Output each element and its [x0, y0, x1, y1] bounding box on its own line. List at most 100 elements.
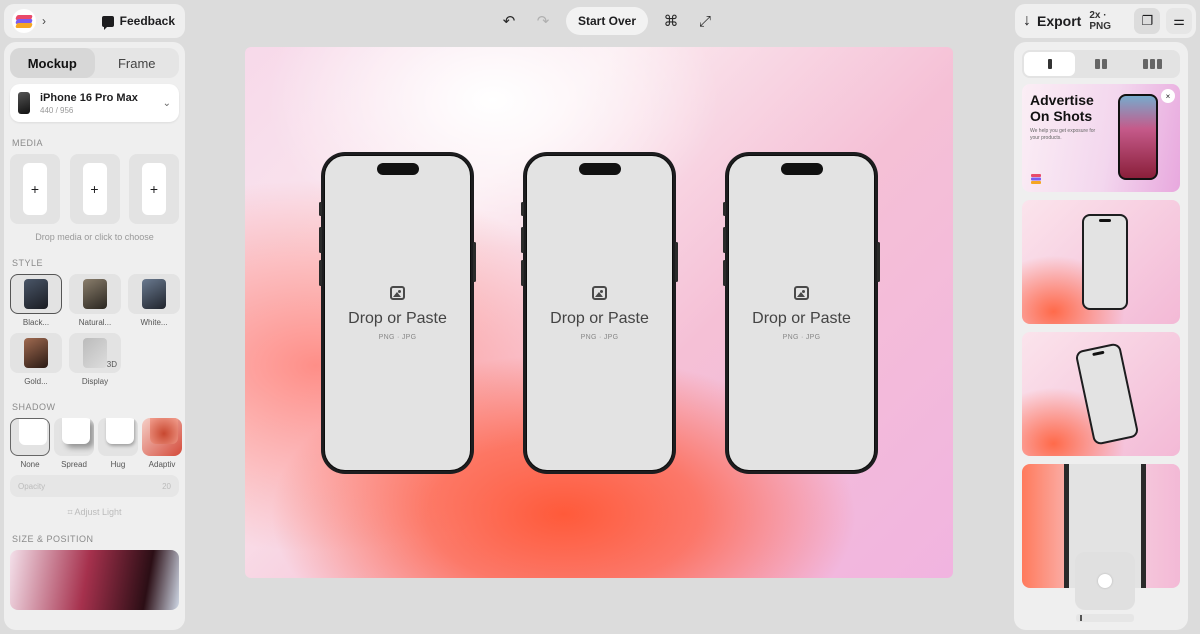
style-thumb [10, 333, 62, 373]
size-position-preview[interactable] [10, 550, 179, 610]
expand-icon[interactable]: ⤢ [694, 10, 716, 32]
drop-label: Drop or Paste [550, 309, 649, 327]
style-thumb [10, 274, 62, 314]
ad-banner[interactable]: Advertise On Shots We help you get expos… [1022, 84, 1180, 192]
sliders-icon: ⚌ [1173, 13, 1185, 28]
close-icon[interactable]: × [1161, 89, 1175, 103]
app-logo[interactable] [12, 9, 36, 33]
phone-mockup-2[interactable]: Drop or Paste PNG · JPG [521, 152, 678, 474]
dynamic-island [376, 163, 419, 175]
record-button[interactable] [1075, 552, 1135, 610]
mode-tabs: Mockup Frame [10, 48, 179, 78]
preset-phone [1074, 342, 1140, 446]
adjust-light-label: Adjust Light [74, 507, 122, 517]
shadow-thumb [98, 418, 138, 456]
feedback-button[interactable]: Feedback [101, 14, 175, 30]
start-over-button[interactable]: Start Over [566, 7, 649, 35]
export-button[interactable]: ↓ Export 2x · PNG [1023, 10, 1130, 32]
opacity-label: Opacity [18, 481, 46, 491]
style-option-natural[interactable]: Natural... [69, 274, 121, 327]
logo-mark [15, 15, 33, 28]
shadow-thumb [142, 418, 182, 456]
top-center-controls: ↶ ↷ Start Over ⌘ ⤢ [498, 7, 716, 35]
shadow-thumb [54, 418, 94, 456]
media-slot-2[interactable]: + [69, 154, 120, 224]
phone-mockup-3[interactable]: Drop or Paste PNG · JPG [723, 152, 880, 474]
plus-icon: + [23, 163, 47, 215]
style-option-black[interactable]: Black... [10, 274, 62, 327]
style-label: Display [81, 377, 109, 386]
undo-icon[interactable]: ↶ [498, 10, 520, 32]
right-panel: Advertise On Shots We help you get expos… [1014, 42, 1188, 630]
mockup-canvas: Drop or Paste PNG · JPG Drop or Paste PN… [245, 47, 953, 578]
adjust-light-button[interactable]: ⌗ Adjust Light [10, 507, 179, 518]
dynamic-island [578, 163, 621, 175]
shadow-thumb [10, 418, 50, 456]
dynamic-island [780, 163, 823, 175]
style-thumb [69, 274, 121, 314]
plus-icon: + [142, 163, 166, 215]
chevron-down-icon: ⌄ [162, 97, 171, 109]
shadow-option-none[interactable]: None [10, 418, 50, 469]
media-slots: + + + [10, 154, 179, 224]
plus-icon: + [82, 163, 107, 215]
style-option-gold[interactable]: Gold... [10, 333, 62, 386]
media-section-title: MEDIA [12, 138, 44, 148]
shadow-label: Adaptiv [148, 460, 176, 469]
style-option-white[interactable]: White... [128, 274, 180, 327]
opacity-value: 20 [162, 481, 171, 491]
tab-frame[interactable]: Frame [95, 48, 180, 78]
opacity-slider[interactable]: Opacity 20 [10, 475, 179, 497]
feedback-label: Feedback [119, 14, 175, 28]
drop-zone-1[interactable]: Drop or Paste PNG · JPG [324, 155, 471, 471]
ad-title: Advertise On Shots [1030, 92, 1094, 124]
light-icon: ⌗ [67, 507, 73, 517]
media-slot-1[interactable]: + [10, 154, 60, 224]
preset-tilted[interactable] [1022, 332, 1180, 456]
phone-mockup-1[interactable]: Drop or Paste PNG · JPG [319, 152, 476, 474]
preset-upright[interactable] [1022, 200, 1180, 324]
chevron-right-icon[interactable]: › [42, 14, 46, 28]
drop-formats: PNG · JPG [782, 333, 821, 341]
top-right-bar: ↓ Export 2x · PNG ❐ ⚌ [1015, 4, 1196, 38]
style-option-display[interactable]: 3D Display [69, 333, 121, 386]
ad-phone-image [1118, 94, 1158, 180]
3d-badge: 3D [106, 360, 117, 369]
timeline-strip[interactable] [1076, 614, 1134, 622]
drop-zone-2[interactable]: Drop or Paste PNG · JPG [526, 155, 673, 471]
shadow-label: Hug [110, 460, 126, 469]
style-label: Gold... [24, 377, 48, 386]
style-thumb [128, 274, 180, 314]
chat-bubble-icon [101, 15, 114, 30]
media-slot-3[interactable]: + [129, 154, 179, 224]
shadow-option-spread[interactable]: Spread [54, 418, 94, 469]
shadow-section-title: SHADOW [12, 402, 56, 412]
export-format: 2x · PNG [1089, 10, 1112, 32]
size-section-title: SIZE & POSITION [12, 534, 94, 544]
shadow-label: Spread [61, 460, 87, 469]
ad-logo [1031, 174, 1041, 184]
image-icon [390, 285, 405, 300]
top-left-bar: › Feedback [4, 4, 185, 38]
layout-single[interactable] [1024, 52, 1076, 76]
layout-double[interactable] [1075, 52, 1126, 76]
tab-mockup[interactable]: Mockup [10, 48, 95, 78]
drop-zone-3[interactable]: Drop or Paste PNG · JPG [728, 155, 875, 471]
circle-icon [1098, 574, 1112, 588]
drop-formats: PNG · JPG [378, 333, 417, 341]
media-hint: Drop media or click to choose [35, 232, 154, 242]
left-panel: Mockup Frame iPhone 16 Pro Max 440 / 956… [4, 42, 185, 630]
ad-subtitle: We help you get exposure for your produc… [1030, 128, 1096, 141]
redo-icon[interactable]: ↷ [532, 10, 554, 32]
shadow-option-adaptive[interactable]: Adaptiv [142, 418, 182, 469]
style-section-title: STYLE [12, 258, 44, 268]
style-options: Black... Natural... White... Gold... 3D … [10, 274, 180, 386]
layout-triple[interactable] [1127, 52, 1178, 76]
copy-icon: ❐ [1141, 13, 1154, 28]
shadow-option-hug[interactable]: Hug [98, 418, 138, 469]
settings-button[interactable]: ⚌ [1166, 8, 1192, 34]
layout-tabs [1022, 50, 1180, 78]
copy-button[interactable]: ❐ [1134, 8, 1161, 34]
command-icon[interactable]: ⌘ [660, 10, 682, 32]
device-selector[interactable]: iPhone 16 Pro Max 440 / 956 ⌄ [10, 84, 179, 122]
